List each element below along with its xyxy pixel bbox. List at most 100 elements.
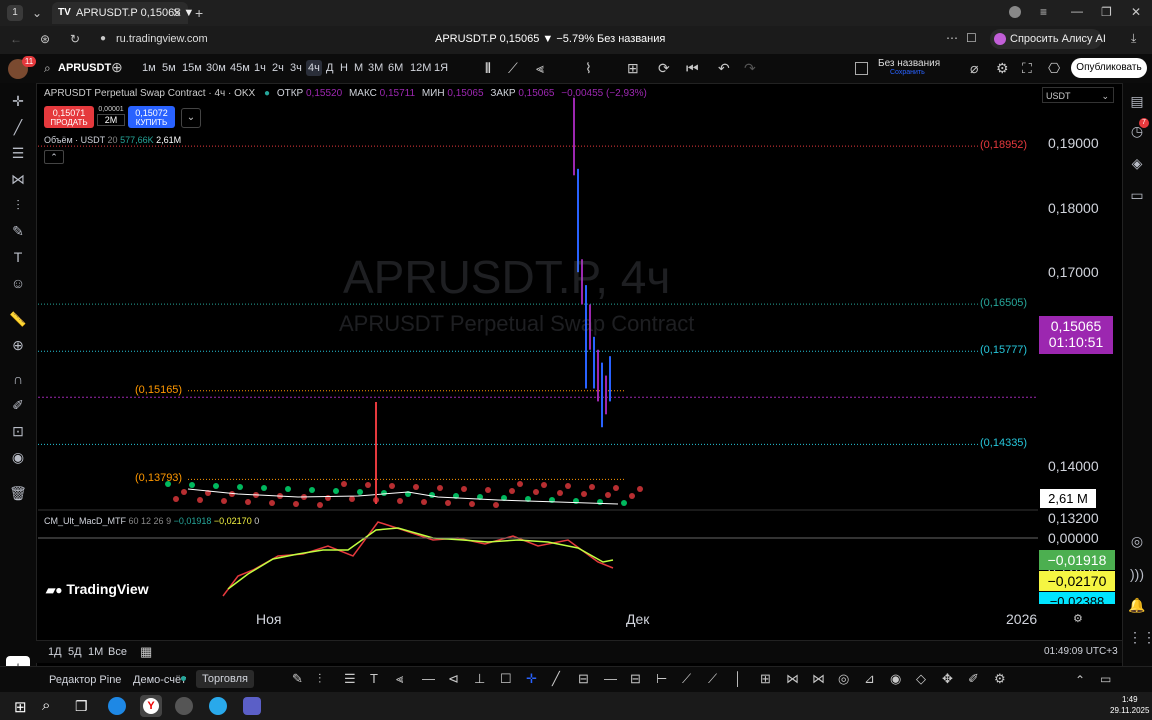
level-label-1[interactable]: (0,16505) [980,297,1027,309]
draw-tool-14-icon[interactable]: ⊢ [656,672,667,685]
fullscreen-icon[interactable]: ⛶ [1022,61,1032,75]
draw-tool-5-icon[interactable]: — [422,672,435,685]
maximize-panel-icon[interactable]: ▭ [1100,673,1111,685]
indicators-icon[interactable]: ⌇ [585,61,592,75]
shield-icon[interactable]: ⊛ [40,33,50,45]
more-icon[interactable]: ⋯ [946,32,958,44]
clock[interactable]: 01:49:09 UTC+3 [1044,646,1118,657]
back-icon[interactable]: ← [10,33,22,45]
timeframe-5[interactable]: 1ч [252,60,268,76]
eye-icon[interactable]: ◉ [9,448,27,466]
layouts-icon[interactable]: ⊞ [627,61,639,75]
timeframe-9[interactable]: Д [324,60,335,76]
range-1d[interactable]: 1Д [48,646,62,658]
draw-tool-22-icon[interactable]: ⊿ [864,672,875,685]
draw-tool-4-icon[interactable]: ⫷ [396,672,403,685]
search-icon[interactable]: ⌕ [44,62,51,74]
timeframe-13[interactable]: 6М [386,60,405,76]
level-label-5[interactable]: (0,13793) [135,472,182,484]
close-window-icon[interactable]: ✕ [1131,6,1141,18]
buy-button[interactable]: 0,15072 КУПИТЬ [128,106,175,128]
timeframe-7[interactable]: 3ч [288,60,304,76]
timeframe-2[interactable]: 15м [180,60,204,76]
layers-icon[interactable]: ◈ [1128,154,1146,172]
object-tree-icon[interactable]: ⌀ [970,61,978,75]
draw-tool-18-icon[interactable]: ⊞ [760,672,771,685]
yandex-browser-icon[interactable]: Y [140,695,162,717]
settings-icon[interactable]: ⚙ [996,61,1009,75]
timeframe-8[interactable]: 4ч [306,60,322,76]
draw-tool-13-icon[interactable]: ⊟ [630,672,641,685]
draw-tool-19-icon[interactable]: ⋈ [786,672,799,685]
bell-icon[interactable]: 🔔 [1128,596,1146,614]
lock-icon[interactable]: ⊡ [9,422,27,440]
legend-title[interactable]: APRUSDT Perpetual Swap Contract · 4ч · O… [44,88,255,99]
timeframe-1[interactable]: 5м [160,60,178,76]
telegram-icon[interactable] [209,697,227,715]
draw-tool-26-icon[interactable]: ✐ [968,672,979,685]
bars-icon[interactable]: ⫷ [536,61,544,75]
level-label-0[interactable]: (0,18952) [980,139,1027,151]
alice-button[interactable]: Спросить Алису AI [990,29,1106,49]
draw-tool-8-icon[interactable]: ☐ [500,672,512,685]
draw-tool-27-icon[interactable]: ⚙ [994,672,1006,685]
menu-icon[interactable]: ≡ [1040,6,1047,18]
tab-pine-editor[interactable]: Редактор Pine [49,674,121,686]
watchlist-icon[interactable]: ▤ [1128,92,1146,110]
target-icon[interactable]: ◎ [1128,532,1146,550]
task-view-icon[interactable]: ❐ [75,698,88,715]
range-1m[interactable]: 1М [88,646,103,658]
redo-icon[interactable]: ↷ [744,61,756,75]
replay-icon[interactable]: ⏮ [686,61,699,75]
search-icon[interactable]: ⌕ [42,697,50,714]
trash-icon[interactable]: 🗑 [9,484,27,502]
close-tab-icon[interactable]: ✕ [172,7,182,19]
timeframe-0[interactable]: 1м [140,60,158,76]
timeframe-11[interactable]: М [352,60,365,76]
emoji-icon[interactable]: ☺ [9,274,27,292]
price-chart[interactable] [38,84,1038,634]
reload-icon[interactable]: ↻ [70,33,80,45]
horizontal-lines-icon[interactable]: ☰ [9,144,27,162]
draw-tool-11-icon[interactable]: ⊟ [578,672,589,685]
minimize-icon[interactable]: — [1071,5,1083,17]
edge-icon[interactable] [108,697,126,715]
timeframe-10[interactable]: Н [338,60,350,76]
timeframe-6[interactable]: 2ч [270,60,286,76]
apps-grid-icon[interactable]: ⋮⋮ [1128,628,1152,646]
url-text[interactable]: ru.tradingview.com [116,33,208,45]
draw-tool-17-icon[interactable]: │ [734,672,742,685]
draw-tool-12-icon[interactable]: — [604,672,617,685]
chevron-down-icon[interactable]: ⌄ [181,108,201,128]
timeframe-15[interactable]: 1Я [432,60,450,76]
draw-tool-15-icon[interactable]: ⟋ [682,672,691,685]
maximize-icon[interactable]: ❐ [1101,6,1112,18]
zoom-icon[interactable]: ⊕ [9,336,27,354]
publish-button[interactable]: Опубликовать [1071,58,1147,78]
timeframe-12[interactable]: 3М [366,60,385,76]
range-all[interactable]: Все [108,646,127,658]
new-tab-icon[interactable]: + [195,6,203,20]
windows-start-icon[interactable]: ⊞ [14,698,27,716]
draw-tool-3-icon[interactable]: T [370,672,378,685]
range-5d[interactable]: 5Д [68,646,82,658]
alert-icon[interactable]: ⟳ [658,61,670,75]
symbol-search[interactable]: APRUSDT [58,62,111,74]
tab-demo-account[interactable]: Демо-счёт [133,674,186,686]
magnet-icon[interactable]: ∩ [9,370,27,388]
draw-tool-2-icon[interactable]: ☰ [344,672,356,685]
pattern-icon[interactable]: ⋈ [9,170,27,188]
draw-tool-9-icon[interactable]: ✛ [526,672,537,685]
compare-add-icon[interactable]: ⊕ [111,60,123,74]
chat-icon[interactable]: ▭ [1128,186,1146,204]
axis-settings-icon[interactable]: ⚙ [1073,614,1083,625]
draw-tool-6-icon[interactable]: ⊲ [448,672,459,685]
candles-icon[interactable]: ⫴ [485,61,491,75]
app-icon[interactable] [175,697,193,715]
draw-tool-24-icon[interactable]: ◇ [916,672,926,685]
level-label-3[interactable]: (0,14335) [980,437,1027,449]
teams-icon[interactable] [243,697,261,715]
draw-tool-23-icon[interactable]: ◉ [890,672,901,685]
tab-trading[interactable]: Торговля [196,670,254,688]
profile-icon[interactable] [1009,6,1021,18]
